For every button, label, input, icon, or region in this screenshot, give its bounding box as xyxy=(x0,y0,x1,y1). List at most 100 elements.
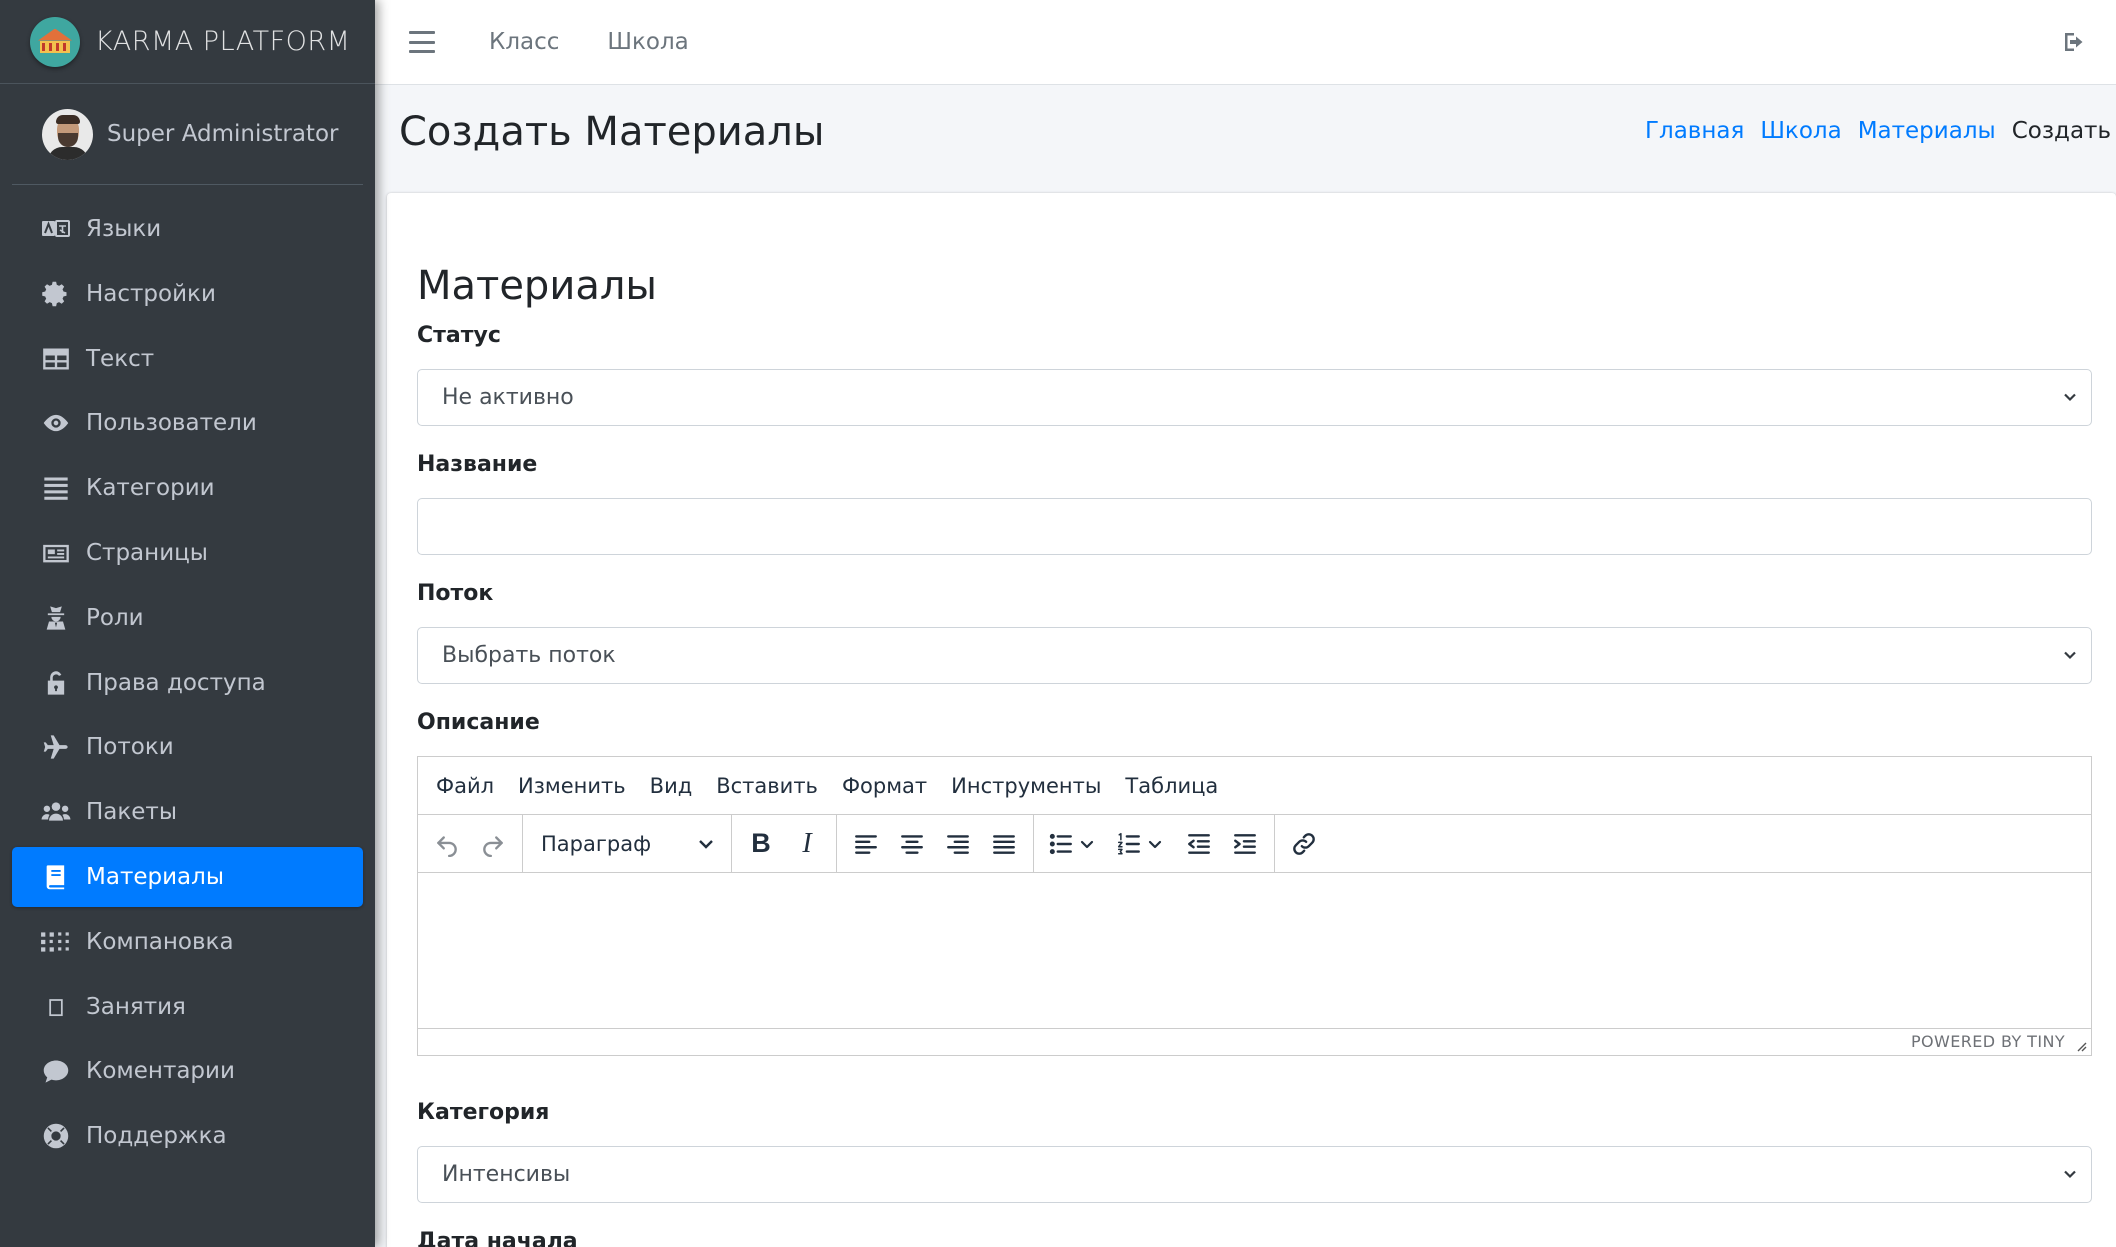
block-format-select[interactable]: Параграф xyxy=(529,824,725,864)
editor-menu-tools[interactable]: Инструменты xyxy=(951,774,1101,798)
insert-link-button[interactable] xyxy=(1281,824,1327,864)
sidebar-item-label: Настройки xyxy=(86,280,216,307)
gear-icon xyxy=(40,280,72,308)
sidebar-item-layout[interactable]: Компановка xyxy=(12,912,363,972)
sidebar-item-support[interactable]: Поддержка xyxy=(12,1106,363,1166)
bars-icon[interactable] xyxy=(409,31,435,53)
content-header: Создать Материалы Главная Школа Материал… xyxy=(375,85,2116,193)
name-input[interactable] xyxy=(417,498,2092,555)
align-left-icon xyxy=(855,834,877,854)
status-label: Статус xyxy=(417,323,501,348)
chevron-down-icon xyxy=(2064,393,2076,402)
sidebar-item-text[interactable]: Текст xyxy=(12,329,363,389)
top-navbar: Класс Школа xyxy=(375,0,2116,85)
undo-icon xyxy=(437,835,457,857)
sidebar-item-pages[interactable]: Страницы xyxy=(12,523,363,583)
user-name[interactable]: Super Administrator xyxy=(107,121,338,147)
chevron-down-icon xyxy=(699,839,713,849)
plane-icon xyxy=(40,733,72,761)
name-label: Название xyxy=(417,452,538,477)
breadcrumb-home[interactable]: Главная xyxy=(1645,118,1744,144)
sidebar: KARMA PLATFORM Super Administrator Языки… xyxy=(0,0,375,1247)
align-center-button[interactable] xyxy=(889,824,935,864)
breadcrumb-school[interactable]: Школа xyxy=(1760,118,1841,144)
link-group xyxy=(1275,815,1333,873)
sidebar-item-label: Категории xyxy=(86,475,215,502)
editor-menu-file[interactable]: Файл xyxy=(436,774,494,798)
resize-handle-icon[interactable] xyxy=(2075,1040,2087,1052)
status-select-value: Не активно xyxy=(442,385,574,410)
align-right-button[interactable] xyxy=(935,824,981,864)
link-icon xyxy=(1293,832,1315,855)
sidebar-item-languages[interactable]: Языки xyxy=(12,199,363,259)
powered-by-tiny-link[interactable]: POWERED BY TINY xyxy=(1911,1032,2065,1051)
indent-button[interactable] xyxy=(1222,824,1268,864)
bold-button[interactable]: B xyxy=(738,824,784,864)
sidebar-item-label: Права доступа xyxy=(86,669,266,696)
editor-menubar: Файл Изменить Вид Вставить Формат Инстру… xyxy=(418,757,2091,815)
user-panel[interactable]: Super Administrator xyxy=(12,84,363,185)
bullet-list-button[interactable] xyxy=(1040,824,1108,864)
brand-logo xyxy=(30,16,80,67)
align-left-button[interactable] xyxy=(843,824,889,864)
sidebar-item-users[interactable]: Пользователи xyxy=(12,393,363,453)
status-select[interactable]: Не активно xyxy=(417,369,2092,426)
sidebar-item-streams[interactable]: Потоки xyxy=(12,717,363,777)
bullet-list-icon xyxy=(1049,833,1072,854)
numbered-list-icon xyxy=(1117,832,1140,855)
editor-menu-format[interactable]: Формат xyxy=(842,774,927,798)
language-icon xyxy=(40,215,72,243)
breadcrumb: Главная Школа Материалы Создать xyxy=(1629,118,2111,144)
sign-out-icon[interactable] xyxy=(2062,30,2086,54)
sidebar-item-materials[interactable]: Материалы xyxy=(12,846,363,907)
sidebar-item-label: Материалы xyxy=(86,863,224,890)
chevron-down-icon xyxy=(2064,651,2076,660)
align-center-icon xyxy=(901,834,923,854)
indent-icon xyxy=(1234,833,1256,854)
sidebar-item-label: Языки xyxy=(86,216,162,242)
editor-menu-view[interactable]: Вид xyxy=(650,774,693,798)
brand-name: KARMA PLATFORM xyxy=(95,26,351,57)
form-card: Материалы Статус Не активно Название Пот… xyxy=(387,193,2116,1247)
undo-button[interactable] xyxy=(424,824,470,864)
breadcrumb-current: Создать xyxy=(2011,118,2111,144)
rich-text-editor: Файл Изменить Вид Вставить Формат Инстру… xyxy=(417,756,2092,1056)
breadcrumb-materials[interactable]: Материалы xyxy=(1858,118,1996,144)
editor-menu-edit[interactable]: Изменить xyxy=(518,774,626,798)
sidebar-item-settings[interactable]: Настройки xyxy=(12,264,363,324)
category-select[interactable]: Интенсивы xyxy=(417,1146,2092,1203)
chevron-down-icon xyxy=(1080,840,1094,848)
align-right-icon xyxy=(947,834,969,854)
sidebar-item-roles[interactable]: Роли xyxy=(12,588,363,648)
life-ring-icon xyxy=(40,1122,72,1150)
sidebar-item-label: Пакеты xyxy=(86,799,177,826)
sidebar-item-comments[interactable]: Коментарии xyxy=(12,1041,363,1101)
stream-select[interactable]: Выбрать поток xyxy=(417,627,2092,684)
top-link-school[interactable]: Школа xyxy=(607,29,688,55)
editor-menu-insert[interactable]: Вставить xyxy=(716,774,818,798)
start-date-label: Дата начала xyxy=(417,1229,578,1247)
outdent-button[interactable] xyxy=(1176,824,1222,864)
top-link-class[interactable]: Класс xyxy=(489,29,559,55)
brand-link[interactable]: KARMA PLATFORM xyxy=(0,0,375,84)
category-select-value: Интенсивы xyxy=(442,1162,571,1187)
align-justify-button[interactable] xyxy=(981,824,1027,864)
editor-content-area[interactable] xyxy=(418,873,2091,1028)
sidebar-item-permissions[interactable]: Права доступа xyxy=(12,653,363,713)
redo-button[interactable] xyxy=(470,824,516,864)
italic-icon: I xyxy=(802,827,812,859)
comment-icon xyxy=(40,1057,72,1085)
sidebar-item-lessons[interactable]: Занятия xyxy=(12,977,363,1037)
grid-dots-icon xyxy=(40,928,72,956)
editor-menu-table[interactable]: Таблица xyxy=(1125,774,1218,798)
block-format-group: Параграф xyxy=(523,814,732,873)
numbered-list-button[interactable] xyxy=(1108,824,1176,864)
sidebar-item-packages[interactable]: Пакеты xyxy=(12,782,363,842)
sidebar-item-label: Потоки xyxy=(86,734,174,761)
sidebar-nav: Языки Настройки Текст Пользователи Катег… xyxy=(0,185,375,1166)
sidebar-item-categories[interactable]: Категории xyxy=(12,458,363,518)
italic-button[interactable]: I xyxy=(784,824,830,864)
stream-label: Поток xyxy=(417,581,494,606)
history-group xyxy=(418,814,523,873)
list-icon xyxy=(40,474,72,502)
